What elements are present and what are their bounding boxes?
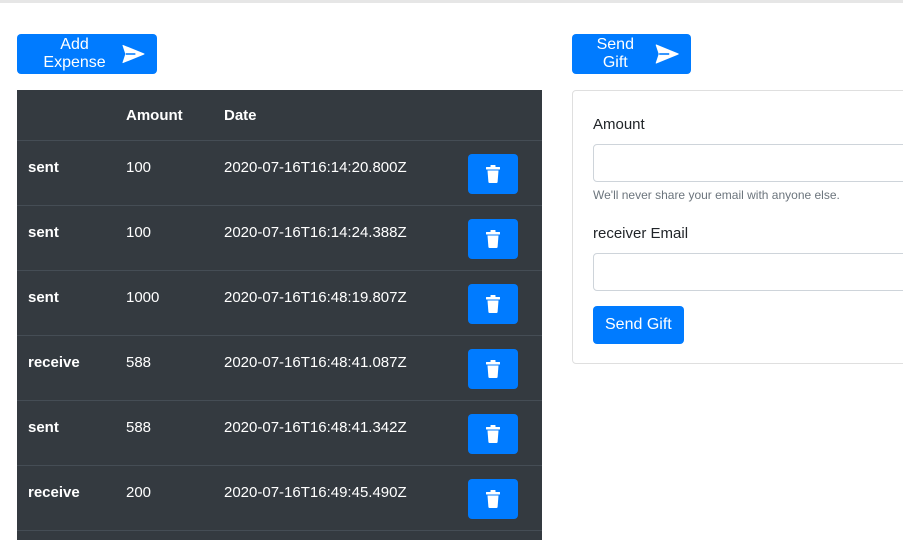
- transaction-date: 2020-07-16T16:48:19.807Z: [224, 289, 407, 306]
- paper-plane-icon: [122, 44, 145, 64]
- send-gift-submit-label: Send Gift: [605, 316, 672, 333]
- delete-button[interactable]: [468, 349, 518, 389]
- transaction-type: sent: [28, 289, 59, 306]
- transaction-amount: 1000: [126, 289, 160, 306]
- transaction-date: 2020-07-16T16:49:45.490Z: [224, 484, 407, 501]
- send-gift-toggle-button[interactable]: Send Gift: [572, 34, 691, 74]
- transaction-amount: 588: [126, 354, 152, 371]
- header-amount: Amount: [126, 107, 183, 124]
- transaction-type: receive: [28, 484, 80, 501]
- transaction-amount: 100: [126, 224, 152, 241]
- add-expense-label: Add Expense: [43, 36, 106, 71]
- trash-icon: [486, 360, 500, 378]
- table-row: sent 100 2020-07-16T16:14:20.800Z: [17, 141, 542, 206]
- transaction-type: receive: [28, 354, 80, 371]
- trash-icon: [486, 425, 500, 443]
- send-gift-submit-button[interactable]: Send Gift: [593, 306, 684, 344]
- delete-button[interactable]: [468, 219, 518, 259]
- receiver-email-label: receiver Email: [593, 225, 689, 242]
- trash-icon: [486, 230, 500, 248]
- add-expense-button[interactable]: Add Expense: [17, 34, 157, 74]
- transaction-date: 2020-07-16T16:48:41.342Z: [224, 419, 407, 436]
- transaction-amount: 200: [126, 484, 152, 501]
- transaction-type: sent: [28, 159, 59, 176]
- receiver-email-input[interactable]: [593, 253, 903, 291]
- transaction-date: 2020-07-16T16:14:20.800Z: [224, 159, 407, 176]
- transaction-date: 2020-07-16T16:48:41.087Z: [224, 354, 407, 371]
- header-date: Date: [224, 107, 257, 124]
- table-header: Amount Date: [17, 90, 542, 141]
- top-divider: [0, 0, 903, 3]
- amount-input[interactable]: [593, 144, 903, 182]
- table-body: sent 100 2020-07-16T16:14:20.800Z sent 100 20…: [17, 141, 542, 531]
- transaction-type: sent: [28, 419, 59, 436]
- trash-icon: [486, 165, 500, 183]
- trash-icon: [486, 295, 500, 313]
- amount-label: Amount: [593, 116, 645, 133]
- table-row: sent 100 2020-07-16T16:14:24.388Z: [17, 206, 542, 271]
- table-row: receive 588 2020-07-16T16:48:41.087Z: [17, 336, 542, 401]
- table-row: sent 1000 2020-07-16T16:48:19.807Z: [17, 271, 542, 336]
- email-help-text: We'll never share your email with anyone…: [593, 188, 840, 202]
- paper-plane-icon: [655, 44, 679, 64]
- delete-button[interactable]: [468, 414, 518, 454]
- transaction-type: sent: [28, 224, 59, 241]
- table-row: receive 200 2020-07-16T16:49:45.490Z: [17, 466, 542, 531]
- delete-button[interactable]: [468, 479, 518, 519]
- transaction-amount: 588: [126, 419, 152, 436]
- send-gift-top-label: Send Gift: [596, 36, 634, 71]
- table-row: sent 588 2020-07-16T16:48:41.342Z: [17, 401, 542, 466]
- delete-button[interactable]: [468, 154, 518, 194]
- send-gift-card: Amount We'll never share your email with…: [572, 90, 903, 364]
- delete-button[interactable]: [468, 284, 518, 324]
- transaction-amount: 100: [126, 159, 152, 176]
- trash-icon: [486, 490, 500, 508]
- transaction-date: 2020-07-16T16:14:24.388Z: [224, 224, 407, 241]
- transactions-table: Amount Date sent 100 2020-07-16T16:14:20.8…: [17, 90, 542, 540]
